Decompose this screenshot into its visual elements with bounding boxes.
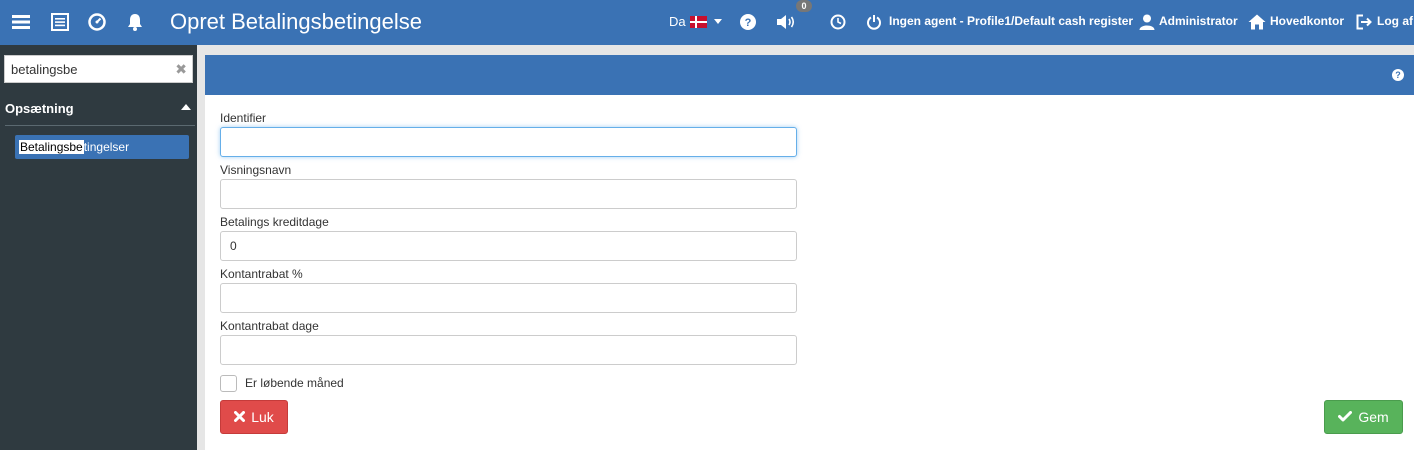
cash-discount-days-label: Kontantrabat dage — [220, 319, 319, 333]
cash-discount-label: Kontantrabat % — [220, 267, 303, 281]
sidebar: ✖ Opsætning Betalingsbetingelser — [0, 45, 197, 450]
page-title: Opret Betalingsbetingelse — [170, 9, 422, 34]
user-icon[interactable] — [1137, 12, 1157, 32]
close-icon — [234, 409, 246, 425]
identifier-field[interactable] — [220, 127, 797, 157]
current-month-label[interactable]: Er løbende måned — [245, 376, 344, 390]
check-icon — [1338, 409, 1353, 425]
save-button[interactable]: Gem — [1324, 400, 1403, 434]
user-menu[interactable]: Administrator — [1159, 14, 1238, 28]
svg-text:?: ? — [745, 17, 752, 29]
cash-discount-days-field[interactable] — [220, 335, 797, 365]
logout-link[interactable]: Log af — [1377, 14, 1413, 28]
sidebar-search-input[interactable] — [5, 56, 170, 82]
panel-header: ? — [205, 55, 1414, 95]
chevron-up-icon[interactable] — [181, 104, 191, 110]
credit-days-field[interactable] — [220, 231, 797, 261]
identifier-label: Identifier — [220, 111, 267, 125]
close-button[interactable]: Luk — [220, 400, 288, 434]
display-name-field[interactable] — [220, 179, 797, 209]
chevron-down-icon — [713, 19, 722, 24]
help-icon[interactable]: ? — [1392, 69, 1404, 81]
language-selector[interactable]: Da — [669, 14, 722, 29]
bell-icon[interactable] — [125, 12, 145, 32]
speaker-icon[interactable] — [776, 12, 796, 32]
danish-flag-icon — [689, 15, 707, 28]
language-label: Da — [669, 14, 686, 29]
cash-discount-field[interactable] — [220, 283, 797, 313]
location-menu[interactable]: Hovedkontor — [1270, 14, 1344, 28]
credit-days-label: Betalings kreditdage — [220, 215, 329, 229]
agent-status[interactable]: Ingen agent - Profile1/Default cash regi… — [889, 14, 1133, 28]
power-icon[interactable] — [864, 12, 884, 32]
sidebar-section-title[interactable]: Opsætning — [5, 101, 74, 116]
save-button-label: Gem — [1358, 409, 1389, 425]
current-month-checkbox[interactable] — [220, 375, 237, 392]
help-icon[interactable]: ? — [738, 12, 758, 32]
notification-badge: 0 — [796, 0, 812, 12]
list-icon[interactable] — [50, 12, 70, 32]
sidebar-item-label: tingelser — [83, 140, 130, 154]
logout-icon[interactable] — [1354, 12, 1374, 32]
divider — [5, 125, 195, 126]
top-navbar: Opret Betalingsbetingelse Da ? 0 Ingen a… — [0, 0, 1414, 45]
sidebar-item-betalingsbetingelser[interactable]: Betalingsbetingelser — [15, 135, 189, 159]
menu-icon[interactable] — [11, 12, 31, 32]
display-name-label: Visningsnavn — [220, 163, 292, 177]
sidebar-search: ✖ — [4, 55, 193, 83]
close-button-label: Luk — [251, 409, 274, 425]
dashboard-icon[interactable] — [87, 12, 107, 32]
search-match-highlight: Betalingsbe — [19, 140, 84, 154]
clock-icon[interactable] — [828, 12, 848, 32]
clear-icon[interactable]: ✖ — [175, 61, 187, 78]
home-icon[interactable] — [1247, 12, 1267, 32]
